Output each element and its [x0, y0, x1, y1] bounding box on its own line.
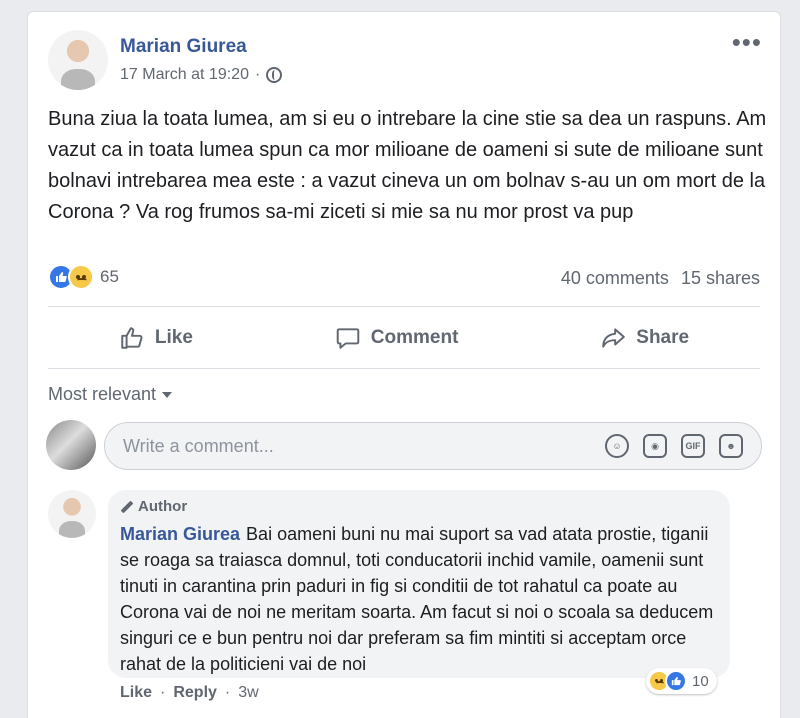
shares-count[interactable]: 15 shares: [681, 268, 760, 289]
post-reactions[interactable]: 65: [48, 264, 119, 290]
comment-input-icons: ☺ ◉ GIF ☻: [605, 434, 743, 458]
comment-like-link[interactable]: Like: [120, 684, 152, 702]
author-avatar[interactable]: [48, 30, 108, 90]
comment-button[interactable]: Comment: [335, 325, 459, 351]
speech-bubble-icon: [336, 328, 360, 349]
comment-author-name[interactable]: Marian Giurea: [120, 524, 240, 544]
post-meta: 17 March at 19:20 ·: [120, 66, 283, 84]
pencil-icon: [120, 500, 134, 513]
sad-reaction-icon: [68, 264, 94, 290]
share-label: Share: [636, 327, 690, 348]
sort-label: Most relevant: [48, 384, 157, 404]
share-button[interactable]: Share: [600, 325, 689, 351]
gif-icon[interactable]: GIF: [681, 434, 705, 458]
more-icon[interactable]: •••: [732, 29, 762, 55]
like-button[interactable]: Like: [119, 325, 193, 351]
comments-count[interactable]: 40 comments: [561, 268, 669, 289]
like-label: Like: [154, 327, 193, 348]
globe-icon[interactable]: [266, 67, 283, 83]
camera-icon[interactable]: ◉: [643, 434, 667, 458]
emoji-icon[interactable]: ☺: [605, 434, 629, 458]
post-actions: Like Comment Share: [48, 318, 760, 358]
comment-sort-dropdown[interactable]: Most relevant: [48, 384, 173, 405]
author-badge-label: Author: [138, 498, 188, 515]
comment-input-placeholder: Write a comment...: [123, 435, 274, 456]
post-author-name[interactable]: Marian Giurea: [120, 36, 247, 58]
divider: [48, 306, 760, 307]
post-text: Buna ziua la toata lumea, am si eu o int…: [48, 108, 767, 223]
comment-reply-link[interactable]: Reply: [173, 684, 217, 702]
reaction-count: 65: [100, 267, 119, 286]
comment-reaction-count: 10: [692, 672, 709, 690]
post-timestamp[interactable]: 17 March at 19:20: [120, 66, 249, 84]
comment-body: Bai oameni buni nu mai suport sa vad ata…: [120, 524, 714, 674]
commenter-avatar[interactable]: [48, 490, 96, 538]
comment-label: Comment: [370, 327, 459, 348]
divider: [48, 368, 760, 369]
chevron-down-icon: [162, 391, 173, 398]
post-stats: 40 comments 15 shares: [561, 268, 760, 289]
comment-text: Marian Giurea Bai oameni buni nu mai supo…: [120, 521, 718, 677]
post-card: Marian Giurea 17 March at 19:20 · ••• Bu…: [28, 12, 780, 718]
like-reaction-icon: [665, 670, 687, 692]
author-badge: Author: [120, 498, 718, 515]
thumbs-up-icon: [121, 327, 143, 349]
comment-input[interactable]: Write a comment... ☺ ◉ GIF ☻: [104, 422, 762, 470]
comment-bubble: Author Marian Giurea Bai oameni buni nu m…: [108, 490, 730, 678]
share-arrow-icon: [602, 328, 626, 348]
current-user-avatar: [46, 420, 96, 470]
comment-actions: Like · Reply · 3w: [120, 684, 259, 702]
comment-age[interactable]: 3w: [238, 684, 258, 702]
sticker-icon[interactable]: ☻: [719, 434, 743, 458]
comment-reactions[interactable]: 10: [646, 668, 717, 694]
